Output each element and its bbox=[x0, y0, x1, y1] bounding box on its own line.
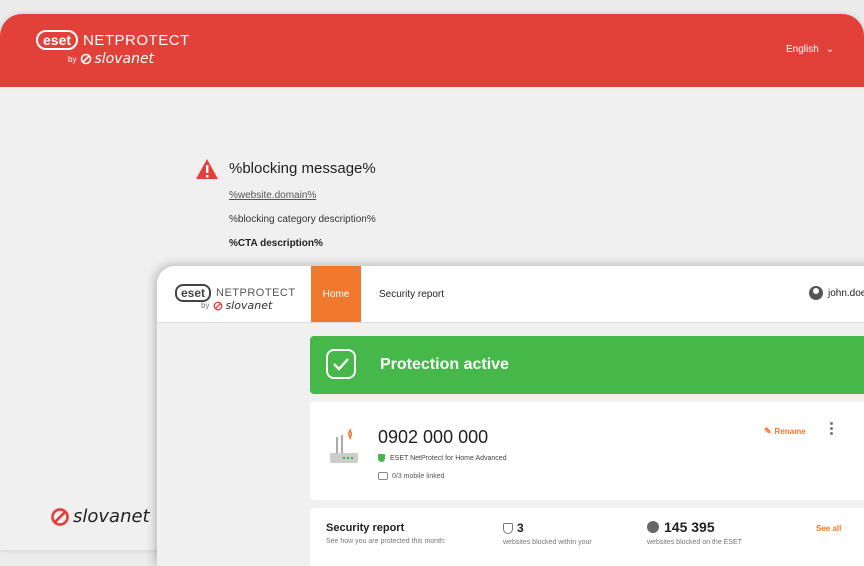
blocked-local-label: websites blocked within your bbox=[503, 539, 592, 546]
blocked-global-stat: 145 395 bbox=[647, 519, 715, 535]
mobile-linked-label: 0/3 mobile linked bbox=[392, 472, 445, 480]
blocking-category-description: %blocking category description% bbox=[229, 214, 376, 225]
slovanet-label: slovanet bbox=[225, 299, 273, 312]
cta-description: %CTA description% bbox=[229, 238, 323, 249]
globe-icon bbox=[647, 521, 659, 533]
blocked-local-value: 3 bbox=[517, 521, 524, 535]
shield-icon bbox=[503, 522, 513, 534]
slovanet-label: slovanet bbox=[94, 51, 155, 67]
warning-icon bbox=[196, 159, 218, 179]
mobile-linked-status: 0/3 mobile linked bbox=[378, 472, 445, 480]
chevron-down-icon: ⌄ bbox=[825, 44, 834, 55]
top-nav: eset NETPROTECT by slovanet Home Securit… bbox=[157, 266, 864, 323]
protection-status-text: Protection active bbox=[380, 356, 509, 373]
user-menu[interactable]: john.doe@ bbox=[809, 286, 864, 300]
website-domain-link[interactable]: %website.domain% bbox=[229, 190, 316, 201]
dashboard-window: eset NETPROTECT by slovanet Home Securit… bbox=[157, 266, 864, 566]
netprotect-label: NETPROTECT bbox=[83, 31, 190, 49]
rename-label: Rename bbox=[774, 427, 806, 436]
device-plan: ESET NetProtect for Home Advanced bbox=[378, 454, 507, 462]
partner-logo: by slovanet bbox=[201, 299, 272, 312]
security-report-subtitle: See how you are protected this month: bbox=[326, 538, 446, 545]
security-report-title: Security report bbox=[326, 522, 405, 534]
language-selector[interactable]: English ⌄ bbox=[786, 44, 834, 55]
slovanet-mark-icon bbox=[81, 53, 92, 65]
device-card: 0902 000 000 ESET NetProtect for Home Ad… bbox=[310, 402, 864, 500]
blocking-message-title: %blocking message% bbox=[229, 160, 376, 177]
tab-home[interactable]: Home bbox=[311, 266, 361, 322]
security-report-card: Security report See how you are protecte… bbox=[310, 508, 864, 566]
see-all-link[interactable]: See all bbox=[816, 524, 841, 533]
plan-label: ESET NetProtect for Home Advanced bbox=[390, 454, 507, 462]
user-avatar-icon bbox=[809, 286, 823, 300]
slovanet-label: slovanet bbox=[73, 506, 150, 527]
mobile-link-icon bbox=[378, 472, 388, 480]
slovanet-footer-logo: slovanet bbox=[50, 506, 150, 527]
by-label: by bbox=[201, 301, 210, 310]
blocked-global-value: 145 395 bbox=[664, 519, 715, 535]
slovanet-mark-icon bbox=[214, 301, 223, 310]
shield-icon bbox=[378, 454, 385, 462]
tab-security-report[interactable]: Security report bbox=[379, 266, 444, 322]
protection-status-banner: Protection active bbox=[310, 336, 864, 394]
device-phone-number: 0902 000 000 bbox=[378, 427, 489, 447]
slovanet-mark-icon bbox=[51, 507, 69, 526]
more-options-icon[interactable] bbox=[830, 422, 834, 438]
netprotect-label: NETPROTECT bbox=[216, 287, 296, 299]
eset-logo: eset bbox=[36, 30, 79, 50]
eset-netprotect-logo: eset NETPROTECT bbox=[36, 30, 190, 50]
language-label: English bbox=[786, 44, 819, 55]
router-icon bbox=[330, 429, 358, 463]
blocked-local-stat: 3 bbox=[503, 521, 524, 535]
blocked-global-label: websites blocked on the ESET bbox=[647, 539, 742, 546]
by-label: by bbox=[68, 54, 77, 64]
rename-button[interactable]: ✎ Rename bbox=[764, 426, 806, 437]
header-bar: eset NETPROTECT by slovanet English ⌄ bbox=[0, 14, 864, 87]
checkmark-icon bbox=[326, 349, 356, 379]
partner-logo: by slovanet bbox=[68, 51, 154, 67]
pencil-icon: ✎ bbox=[764, 426, 772, 436]
user-email: john.doe@ bbox=[828, 287, 864, 299]
